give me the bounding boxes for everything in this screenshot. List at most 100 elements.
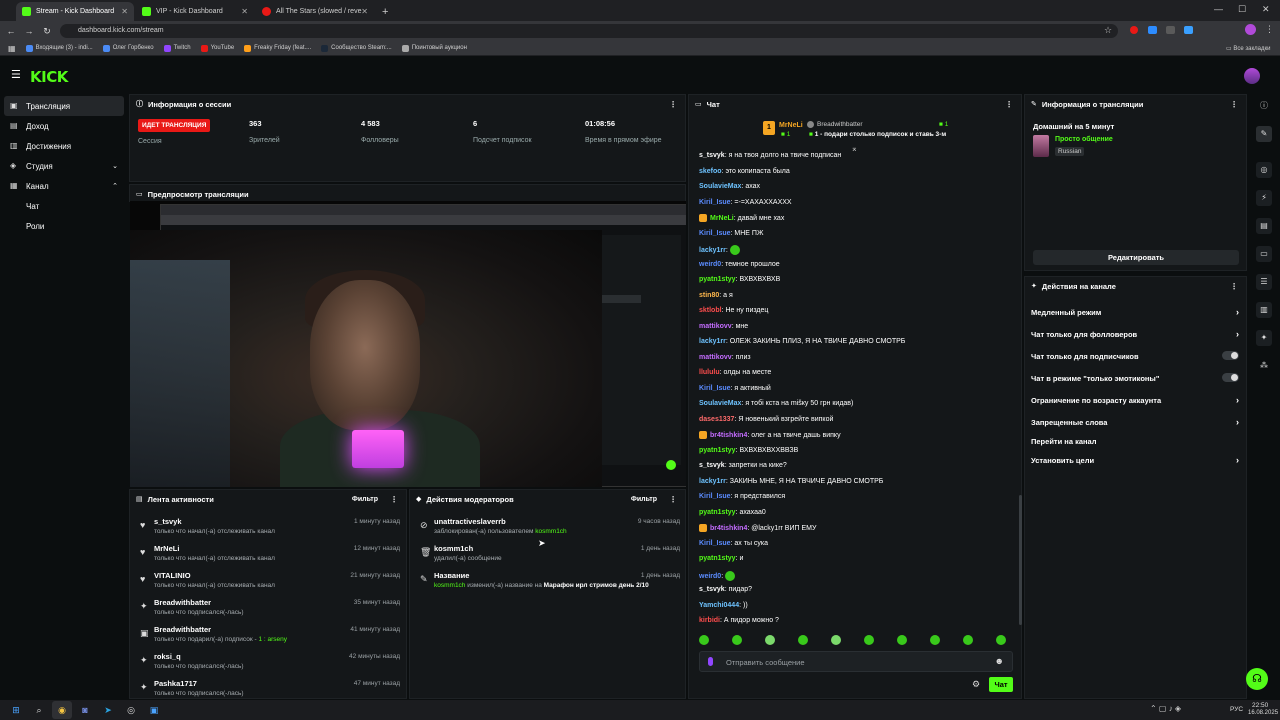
bookmark-item[interactable]: Twitch — [163, 44, 191, 52]
edit-stream-button[interactable]: Редактировать — [1033, 250, 1239, 265]
obs-icon[interactable]: ◎ — [121, 701, 141, 719]
bookmark-item[interactable]: Олег Горбенко — [102, 44, 154, 52]
close-tab-icon[interactable]: ✕ — [121, 7, 128, 16]
subscribers-only-toggle[interactable] — [1222, 351, 1239, 360]
mod-user[interactable]: kosmm1ch — [434, 582, 465, 589]
maximize-icon[interactable]: ☐ — [1238, 4, 1246, 15]
chat-username[interactable]: Yamchi0444 — [699, 602, 739, 609]
chat-username[interactable]: dases1337 — [699, 416, 734, 423]
apps-icon[interactable]: ▦ — [8, 44, 16, 53]
bookmark-item[interactable]: YouTube — [200, 44, 234, 52]
tray-icons[interactable]: ⌃ ▢ ♪ ◈ — [1150, 704, 1181, 713]
menu-kebab-icon[interactable]: ⋮ — [1265, 24, 1274, 35]
chat-username[interactable]: mattikovv — [699, 323, 732, 330]
chat-settings-icon[interactable]: ⚙ — [972, 679, 980, 690]
chat-username[interactable]: weird0 — [699, 572, 721, 579]
back-icon[interactable]: ← — [4, 26, 18, 36]
go-to-channel-row[interactable]: Перейти на канал — [1031, 437, 1239, 446]
profile-avatar-icon[interactable] — [1245, 24, 1256, 35]
more-icon[interactable]: ⋮ — [669, 495, 677, 504]
more-icon[interactable]: ⋮ — [1230, 282, 1238, 291]
chat-username[interactable]: s_tsvyk — [699, 462, 725, 469]
activity-user[interactable]: Breadwithbatter — [154, 598, 211, 607]
chat-scrollbar[interactable] — [1019, 495, 1022, 625]
chat-username[interactable]: pyatn1styy — [699, 276, 736, 283]
chat-username[interactable]: s_tsvyk — [699, 586, 725, 593]
close-tab-icon[interactable]: ✕ — [241, 7, 248, 16]
banned-words-row[interactable]: Запрещенные слова › — [1031, 417, 1239, 427]
emote-button-icon[interactable] — [930, 635, 940, 645]
chrome-icon[interactable]: ◉ — [52, 701, 72, 719]
more-icon[interactable]: ⋮ — [669, 100, 677, 109]
bookmark-item[interactable]: Поинтовый аукцион — [401, 44, 467, 52]
extension-icon[interactable] — [1184, 26, 1193, 34]
activity-user[interactable]: Breadwithbatter — [154, 625, 211, 634]
chat-username[interactable]: Kiril_Isue — [699, 493, 731, 500]
clock-date[interactable]: 16.08.2025 — [1248, 710, 1278, 716]
keyboard-language[interactable]: РУС — [1230, 706, 1243, 713]
nodes-rail-icon[interactable]: ⁂ — [1256, 358, 1272, 374]
emote-only-toggle[interactable] — [1222, 373, 1239, 382]
activity-user[interactable]: Pashka1717 — [154, 679, 197, 688]
emote-button-icon[interactable] — [996, 635, 1006, 645]
clock-time[interactable]: 22:50 — [1252, 702, 1268, 709]
list-rail-icon[interactable]: ☰ — [1256, 274, 1272, 290]
app-icon[interactable]: ▣ — [144, 701, 164, 719]
stream-preview-video[interactable] — [130, 201, 686, 487]
forward-icon[interactable]: → — [22, 26, 36, 36]
mod-target[interactable]: kosmm1ch — [434, 544, 473, 553]
bolt-rail-icon[interactable]: ⚡ — [1256, 190, 1272, 206]
wrench-rail-icon[interactable]: ✦ — [1256, 330, 1272, 346]
chat-username[interactable]: kirbidi — [699, 617, 720, 624]
browser-tab[interactable]: Stream - Kick Dashboard ✕ — [16, 2, 134, 21]
bookmark-item[interactable]: Freaky Friday (feat.... — [244, 44, 311, 52]
chat-username[interactable]: br4tishkin4 — [710, 525, 747, 532]
help-fab-icon[interactable]: ☊ — [1246, 668, 1268, 690]
emote-button-icon[interactable] — [798, 635, 808, 645]
chat-username[interactable]: lacky1rr — [699, 247, 726, 254]
chat-username[interactable]: br4tishkin4 — [710, 432, 747, 439]
chat-username[interactable]: skefoo — [699, 168, 722, 175]
bookmark-star-icon[interactable]: ☆ — [1104, 25, 1112, 36]
server-rail-icon[interactable]: ▥ — [1256, 302, 1272, 318]
microphone-icon[interactable] — [708, 657, 713, 666]
pinned-gift-banner[interactable]: 1 MrNeLi ■ 1 Breadwithbatter ■ 1 ■ 1 - п… — [759, 119, 969, 141]
more-icon[interactable]: ⋮ — [390, 495, 398, 504]
chat-username[interactable]: lacky1rr — [699, 478, 726, 485]
chat-input[interactable]: Отправить сообщение ☻ — [699, 651, 1013, 672]
chat-username[interactable]: Kiril_Isue — [699, 385, 731, 392]
discord-icon[interactable]: ◙ — [75, 701, 95, 719]
all-bookmarks[interactable]: ▭ Все закладки — [1226, 45, 1270, 52]
sidebar-item-roles[interactable]: Роли — [0, 216, 128, 236]
chat-username[interactable]: pyatn1styy — [699, 509, 736, 516]
chat-username[interactable]: Kiril_Isue — [699, 540, 731, 547]
chat-username[interactable]: SoulavieMax — [699, 183, 741, 190]
bookmark-item[interactable]: Сообщество Steam:... — [321, 44, 392, 52]
extension-icon[interactable] — [1166, 26, 1175, 34]
send-chat-button[interactable]: Чат — [989, 677, 1013, 692]
sidebar-item-chat[interactable]: Чат — [0, 196, 128, 216]
collapse-pinned-icon[interactable]: ⌅ — [851, 144, 858, 153]
activity-user[interactable]: roksi_q — [154, 652, 181, 661]
close-window-icon[interactable]: ✕ — [1262, 4, 1270, 15]
activity-user[interactable]: MrNeLi — [154, 544, 179, 553]
more-icon[interactable]: ⋮ — [1230, 100, 1238, 109]
bookmark-item[interactable]: Входящие (3) - indi... — [25, 44, 93, 52]
chat-username[interactable]: Kiril_Isue — [699, 230, 731, 237]
chat-username[interactable]: MrNeLi — [710, 215, 734, 222]
chat-username[interactable]: weird0 — [699, 261, 721, 268]
extension-icon[interactable] — [1148, 26, 1157, 34]
sidebar-item-income[interactable]: ▤ Доход — [0, 116, 128, 136]
chat-username[interactable]: llululu — [699, 369, 720, 376]
chat-rail-icon[interactable]: ▭ — [1256, 246, 1272, 262]
chat-username[interactable]: lacky1rr — [699, 338, 726, 345]
filter-button[interactable]: Фильтр — [631, 496, 657, 503]
sidebar-item-channel[interactable]: ▦ Канал ⌃ — [0, 176, 128, 196]
search-icon[interactable]: ⌕ — [29, 701, 49, 719]
chat-username[interactable]: s_tsvyk — [699, 152, 725, 159]
chat-username[interactable]: pyatn1styy — [699, 447, 736, 454]
browser-tab[interactable]: VIP - Kick Dashboard ✕ — [136, 2, 254, 21]
account-age-row[interactable]: Ограничение по возрасту аккаунта › — [1031, 395, 1239, 405]
chat-username[interactable]: stin80 — [699, 292, 719, 299]
stream-category[interactable]: Просто общение — [1055, 136, 1113, 143]
